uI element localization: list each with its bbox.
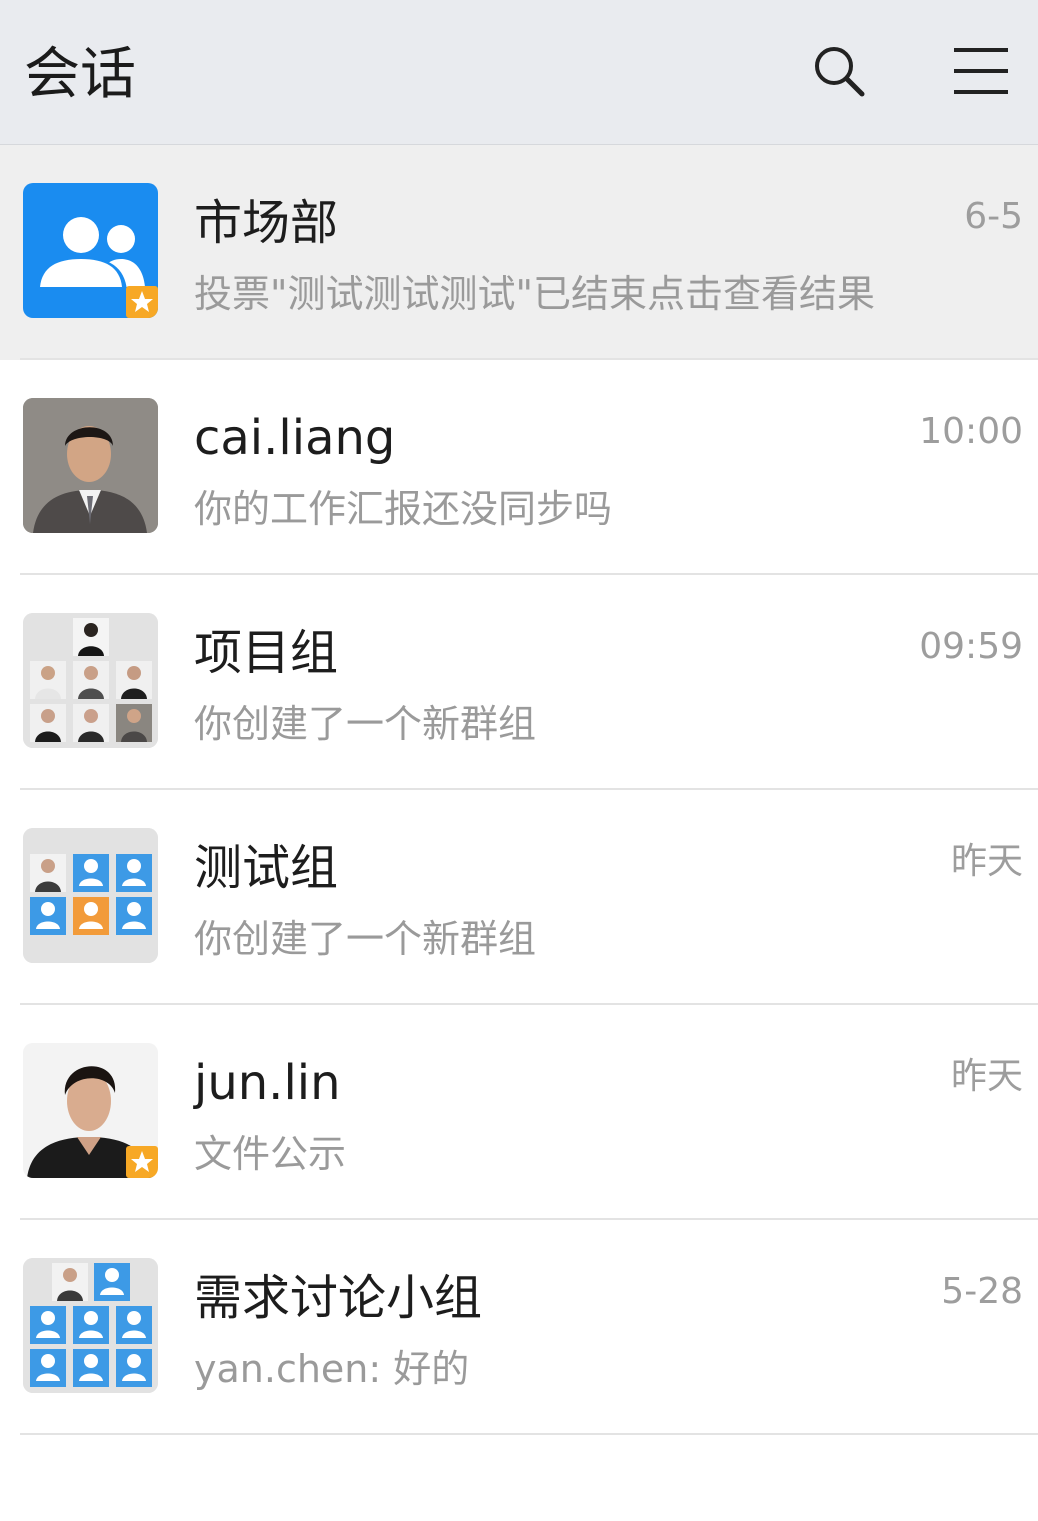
conversation-time: 昨天 [950, 841, 1023, 882]
conversation-time: 5-28 [941, 1271, 1023, 1312]
conversation-title: 市场部 [194, 195, 339, 251]
conversation-row-market[interactable]: 市场部 投票"测试测试测试"已结束点击查看结果 6-5 [0, 145, 1038, 360]
star-badge-icon [126, 1146, 158, 1178]
group-members-mosaic-icon [23, 1258, 158, 1393]
conversation-title: jun.lin [194, 1055, 341, 1111]
conversation-row-test-group[interactable]: 测试组 你创建了一个新群组 昨天 [0, 790, 1038, 1005]
conversation-row-cai-liang[interactable]: cai.liang 你的工作汇报还没同步吗 10:00 [0, 360, 1038, 575]
conversation-title: 需求讨论小组 [194, 1270, 483, 1326]
conversation-preview: 你创建了一个新群组 [194, 917, 537, 961]
conversation-time: 昨天 [950, 1056, 1023, 1097]
page-title: 会话 [24, 42, 136, 107]
avatar [23, 1043, 158, 1178]
divider [20, 1433, 1038, 1435]
conversation-row-requirements-group[interactable]: 需求讨论小组 yan.chen: 好的 5-28 [0, 1220, 1038, 1435]
menu-button[interactable] [950, 42, 1012, 100]
conversation-time: 09:59 [919, 626, 1023, 667]
menu-icon [954, 48, 1008, 94]
avatar [23, 828, 158, 963]
avatar [23, 398, 158, 533]
search-button[interactable] [808, 40, 872, 104]
search-icon [815, 47, 865, 97]
conversation-title: cai.liang [194, 410, 396, 466]
conversation-time: 6-5 [964, 196, 1023, 237]
avatar [23, 183, 158, 318]
star-badge-icon [126, 286, 158, 318]
app-header: 会话 [0, 0, 1038, 145]
group-members-mosaic-icon [23, 828, 158, 963]
conversation-preview: 你创建了一个新群组 [194, 702, 537, 746]
conversation-row-project-group[interactable]: 项目组 你创建了一个新群组 09:59 [0, 575, 1038, 790]
conversation-preview: 你的工作汇报还没同步吗 [194, 487, 613, 531]
person-photo-icon [23, 398, 158, 533]
avatar [23, 613, 158, 748]
conversation-title: 项目组 [194, 625, 339, 681]
conversation-row-jun-lin[interactable]: jun.lin 文件公示 昨天 [0, 1005, 1038, 1220]
avatar [23, 1258, 158, 1393]
conversation-title: 测试组 [194, 840, 339, 896]
conversation-preview: yan.chen: 好的 [194, 1347, 470, 1391]
conversation-preview: 文件公示 [194, 1132, 347, 1176]
conversation-time: 10:00 [919, 411, 1023, 452]
conversation-preview: 投票"测试测试测试"已结束点击查看结果 [194, 272, 875, 316]
group-members-mosaic-icon [23, 613, 158, 748]
conversation-list: 市场部 投票"测试测试测试"已结束点击查看结果 6-5 cai.liang 你的… [0, 145, 1038, 1435]
